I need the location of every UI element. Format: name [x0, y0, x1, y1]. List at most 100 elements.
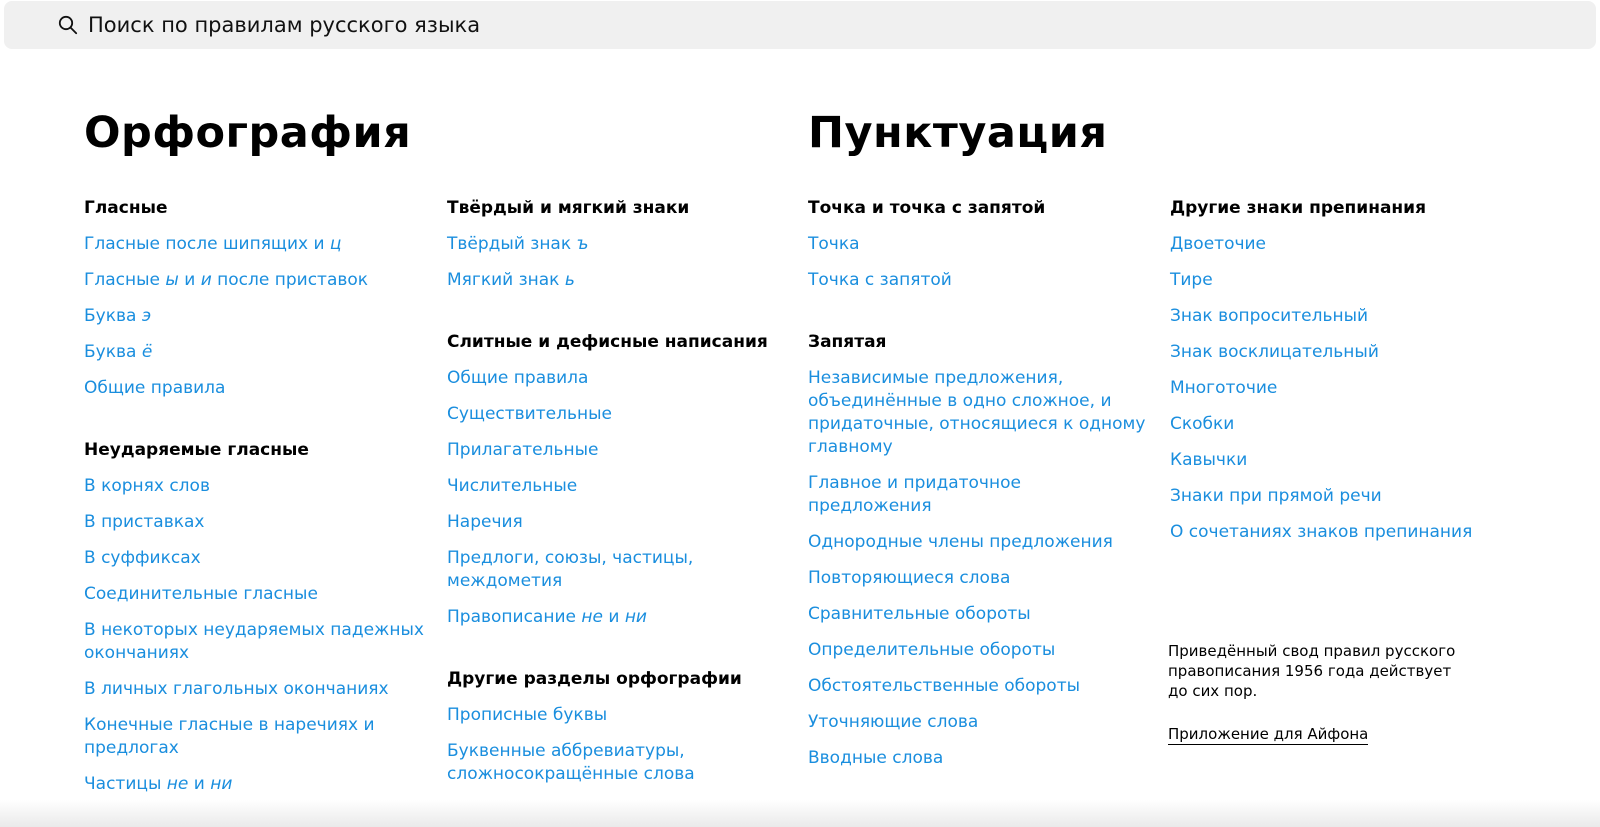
- rule-link-text: Определительные обороты: [808, 640, 1056, 660]
- rule-link-text: Главное и придаточное предложения: [808, 473, 1021, 516]
- rule-link-text: Многоточие: [1170, 378, 1278, 398]
- rule-link[interactable]: Буквенные аббревиатуры, сложносокращённы…: [447, 740, 787, 786]
- rule-link[interactable]: Уточняющие слова: [808, 711, 1148, 734]
- rule-link[interactable]: Многоточие: [1170, 377, 1510, 400]
- rule-link[interactable]: Определительные обороты: [808, 639, 1148, 662]
- rule-link-italic-text: не: [166, 774, 189, 794]
- punctuation-column-1: Точка и точка с запятой Точка Точка с запя…: [808, 197, 1148, 809]
- rule-link[interactable]: В некоторых неударяемых падежных окончан…: [84, 619, 424, 665]
- rule-link[interactable]: Гласные ы и и после приставок: [84, 269, 424, 292]
- rule-link[interactable]: Точка с запятой: [808, 269, 1148, 292]
- rule-link[interactable]: Знаки при прямой речи: [1170, 485, 1510, 508]
- list-item: Точка с запятой: [808, 269, 1148, 292]
- rule-link-text: Уточняющие слова: [808, 712, 979, 732]
- rule-link-italic-text: ё: [141, 342, 153, 362]
- rule-link-list: В корнях слов В приставках В суффиксах Соед…: [84, 475, 424, 796]
- rule-link[interactable]: Сравнительные обороты: [808, 603, 1148, 626]
- list-item: Прилагательные: [447, 439, 787, 462]
- rule-link[interactable]: В приставках: [84, 511, 424, 534]
- rule-link-text: В личных глагольных окончаниях: [84, 679, 389, 699]
- group-title: Твёрдый и мягкий знаки: [447, 198, 690, 218]
- rule-link-text: Прилагательные: [447, 440, 599, 460]
- rule-link[interactable]: В суффиксах: [84, 547, 424, 570]
- rule-link[interactable]: Повторяющиеся слова: [808, 567, 1148, 590]
- rule-link-text: Конечные гласные в наречиях и предлогах: [84, 715, 375, 758]
- rule-link[interactable]: Обстоятельственные обороты: [808, 675, 1148, 698]
- rule-link[interactable]: Соединительные гласные: [84, 583, 424, 606]
- rule-link-text: Независимые предложения, объединённые в …: [808, 368, 1146, 457]
- rule-link[interactable]: Главное и придаточное предложения: [808, 472, 1148, 518]
- rules-note: Приведённый свод правил русского правопи…: [1168, 642, 1456, 700]
- rule-link-text: Предлоги, союзы, частицы, междометия: [447, 548, 694, 591]
- rule-link-text: Скобки: [1170, 414, 1235, 434]
- list-item: Независимые предложения, объединённые в …: [808, 367, 1148, 459]
- search-input[interactable]: [88, 9, 1568, 41]
- rule-link[interactable]: Мягкий знак ь: [447, 269, 787, 292]
- rule-link[interactable]: Тире: [1170, 269, 1510, 292]
- rule-link[interactable]: Общие правила: [84, 377, 424, 400]
- orthography-column-1: Гласные Гласные после шипящих и ц Гласные …: [84, 197, 424, 827]
- rule-link-list: Независимые предложения, объединённые в …: [808, 367, 1148, 770]
- group-title: Гласные: [84, 198, 168, 218]
- rule-link-list: Гласные после шипящих и ц Гласные ы и и п…: [84, 233, 424, 400]
- rule-link-text: Буква: [84, 306, 142, 326]
- search-bar[interactable]: [4, 1, 1596, 49]
- orthography-title: Орфография: [84, 108, 412, 158]
- rule-link[interactable]: Прилагательные: [447, 439, 787, 462]
- list-item: Гласные после шипящих и ц: [84, 233, 424, 256]
- list-item: В корнях слов: [84, 475, 424, 498]
- rule-link[interactable]: Гласные после шипящих и ц: [84, 233, 424, 256]
- list-item: Знак восклицательный: [1170, 341, 1510, 364]
- rule-group: Слитные и дефисные написания Общие правил…: [447, 331, 787, 629]
- rule-link[interactable]: Знак восклицательный: [1170, 341, 1510, 364]
- rule-link[interactable]: В личных глагольных окончаниях: [84, 678, 424, 701]
- list-item: Конечные гласные в наречиях и предлогах: [84, 714, 424, 760]
- rule-link-list: Общие правила Существительные Прилагательн…: [447, 367, 787, 629]
- rule-link-text: Точка с запятой: [808, 270, 952, 290]
- list-item: Обстоятельственные обороты: [808, 675, 1148, 698]
- rule-link-text: после приставок: [211, 270, 369, 290]
- rule-link[interactable]: Числительные: [447, 475, 787, 498]
- list-item: Повторяющиеся слова: [808, 567, 1148, 590]
- rule-link[interactable]: Буква ё: [84, 341, 424, 364]
- rule-link[interactable]: Кавычки: [1170, 449, 1510, 472]
- rule-link-text: Числительные: [447, 476, 578, 496]
- group-title: Запятая: [808, 332, 887, 352]
- rule-group: Другие знаки препинания Двоеточие Тире Знак…: [1170, 197, 1510, 544]
- list-item: В личных глагольных окончаниях: [84, 678, 424, 701]
- rule-link[interactable]: Конечные гласные в наречиях и предлогах: [84, 714, 424, 760]
- rule-link[interactable]: Вводные слова: [808, 747, 1148, 770]
- rule-link[interactable]: Наречия: [447, 511, 787, 534]
- rule-link[interactable]: В корнях слов: [84, 475, 424, 498]
- group-title: Другие разделы орфографии: [447, 669, 742, 689]
- rule-link[interactable]: Знак вопросительный: [1170, 305, 1510, 328]
- list-item: Наречия: [447, 511, 787, 534]
- rule-link[interactable]: Частицы не и ни: [84, 773, 424, 796]
- rule-link-list: Точка Точка с запятой: [808, 233, 1148, 292]
- rule-link-italic-text: ь: [564, 270, 575, 290]
- rule-link-text: Однородные члены предложения: [808, 532, 1113, 552]
- list-item: Главное и придаточное предложения: [808, 472, 1148, 518]
- rule-link[interactable]: Точка: [808, 233, 1148, 256]
- rule-link[interactable]: Однородные члены предложения: [808, 531, 1148, 554]
- rule-link[interactable]: О сочетаниях знаков препинания: [1170, 521, 1510, 544]
- list-item: Однородные члены предложения: [808, 531, 1148, 554]
- rule-link-italic-text: ъ: [576, 234, 589, 254]
- rule-link[interactable]: Буква э: [84, 305, 424, 328]
- rule-link[interactable]: Двоеточие: [1170, 233, 1510, 256]
- rule-link[interactable]: Существительные: [447, 403, 787, 426]
- rule-link[interactable]: Скобки: [1170, 413, 1510, 436]
- rule-link[interactable]: Общие правила: [447, 367, 787, 390]
- rule-link-list: Твёрдый знак ъ Мягкий знак ь: [447, 233, 787, 292]
- search-icon[interactable]: [58, 15, 78, 35]
- rule-link[interactable]: Правописание не и ни: [447, 606, 787, 629]
- rule-link-text: и: [188, 774, 211, 794]
- rule-link[interactable]: Независимые предложения, объединённые в …: [808, 367, 1148, 459]
- rule-link[interactable]: Предлоги, союзы, частицы, междометия: [447, 547, 787, 593]
- iphone-app-link[interactable]: Приложение для Айфона: [1168, 724, 1369, 745]
- rule-link-text: Твёрдый знак: [447, 234, 577, 254]
- rule-link[interactable]: Твёрдый знак ъ: [447, 233, 787, 256]
- rule-group: Твёрдый и мягкий знаки Твёрдый знак ъ Мягк…: [447, 197, 787, 292]
- rule-link-text: В некоторых неударяемых падежных окончан…: [84, 620, 424, 663]
- rule-link[interactable]: Прописные буквы: [447, 704, 787, 727]
